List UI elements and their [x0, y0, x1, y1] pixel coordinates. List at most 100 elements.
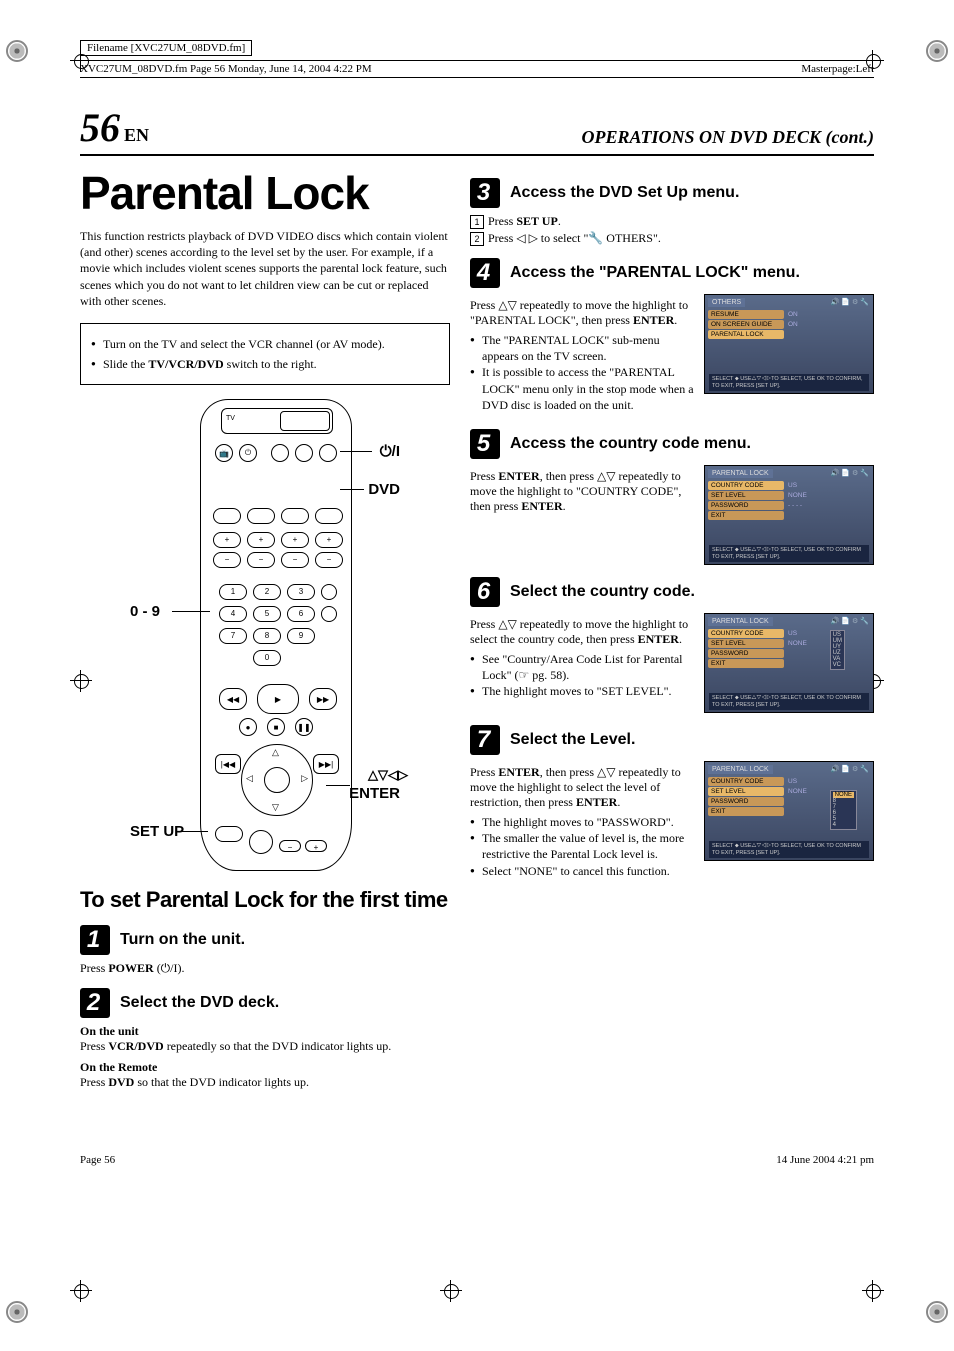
osd-p3-v1: NONE [784, 787, 811, 796]
remote-line-enter [326, 785, 350, 786]
step-title-4: Access the "PARENTAL LOCK" menu. [510, 264, 800, 282]
s7a: Press [470, 765, 498, 779]
osd-icons-2: 🔊 📄 ⚙ 🔧 [831, 469, 869, 477]
s1a: Press [80, 961, 108, 975]
remote-label-dvd: DVD [368, 481, 400, 498]
s5a: Press [470, 469, 498, 483]
pageinfo-bar: XVC27UM_08DVD.fm Page 56 Monday, June 14… [80, 60, 874, 78]
page-lang: EN [124, 125, 149, 145]
osd-o-r0: RESUME [708, 310, 784, 319]
s2-unit-body: Press VCR/DVD repeatedly so that the DVD… [80, 1039, 450, 1054]
s2-remote-body: Press DVD so that the DVD indicator ligh… [80, 1075, 450, 1090]
step-num-4: 4 [470, 258, 500, 288]
remote-num-0: 0 [253, 650, 281, 666]
s3s1a: Press [488, 214, 516, 228]
subhead-firsttime: To set Parental Lock for the first time [80, 887, 450, 913]
substep-1-icon: 1 [470, 215, 484, 229]
osd-o-v1: ON [784, 320, 802, 329]
osd-p3-r1: SET LEVEL [708, 787, 784, 796]
osd-p3-foot: SELECT ⬥ USE△▽◁▷TO SELECT, USE OK TO CON… [709, 841, 869, 858]
osd-p2-v1: NONE [784, 639, 811, 648]
filename-label: Filename [XVC27UM_08DVD.fm] [80, 40, 252, 56]
step-4: 4 Access the "PARENTAL LOCK" menu. [470, 258, 874, 288]
osd-p2-r2: PASSWORD [708, 649, 784, 658]
s6c: . [679, 632, 682, 646]
remote-slider: TV [221, 408, 333, 434]
s4bul2: It is possible to access the "PARENTAL L… [470, 364, 694, 413]
s2ub: VCR/DVD [108, 1039, 163, 1053]
preparation-box: Turn on the TV and select the VCR channe… [80, 323, 450, 385]
osd-p1-v0: US [784, 481, 801, 490]
s7bul1: The highlight moves to "PASSWORD". [470, 814, 694, 830]
remote-num-5: 5 [253, 606, 281, 622]
osd-icons-3: 🔊 📄 ⚙ 🔧 [831, 617, 869, 625]
s3s1c: . [558, 214, 561, 228]
osd-o-v0: ON [784, 310, 802, 319]
step7-body: Press ENTER, then press △▽ repeatedly to… [470, 765, 694, 810]
remote-btn-b [271, 444, 289, 462]
footer-date: 14 June 2004 4:21 pm [776, 1154, 874, 1166]
step-num-1: 1 [80, 925, 110, 955]
step-num-7: 7 [470, 725, 500, 755]
osd-p2-r0: COUNTRY CODE [708, 629, 784, 638]
osd-p3-r3: EXIT [708, 807, 784, 816]
step4-body: Press △▽ repeatedly to move the highligh… [470, 298, 694, 328]
remote-oval-3 [281, 508, 309, 524]
osd-plock-3: 🔊 📄 ⚙ 🔧 PARENTAL LOCK COUNTRY CODEUS SET… [704, 761, 874, 861]
prep-text-1: Turn on the TV and select the VCR channe… [103, 337, 385, 351]
step-title-3: Access the DVD Set Up menu. [510, 184, 739, 202]
step-3: 3 Access the DVD Set Up menu. [470, 178, 874, 208]
osd-plock-2: 🔊 📄 ⚙ 🔧 PARENTAL LOCK COUNTRY CODEUS SET… [704, 613, 874, 713]
step-num-6: 6 [470, 577, 500, 607]
remote-line-dvd [340, 489, 364, 490]
crop-mark-br2 [862, 1280, 884, 1302]
remote-play: ▶ [257, 684, 299, 714]
pageinfo-left: XVC27UM_08DVD.fm Page 56 Monday, June 14… [80, 63, 372, 75]
remote-sq-1 [321, 584, 337, 600]
remote-num-1: 1 [219, 584, 247, 600]
page-number: 56EN [80, 108, 149, 148]
step-num-3: 3 [470, 178, 500, 208]
remote-setup-btn [215, 826, 243, 842]
page-title: Parental Lock [80, 166, 450, 220]
osd-title-others: OTHERS [708, 298, 745, 307]
osd-p2-v0: US [784, 629, 801, 638]
s7b: ENTER [498, 765, 539, 779]
remote-prev: |◀◀ [215, 754, 241, 774]
remote-next: ▶▶| [313, 754, 339, 774]
s2-unit-head: On the unit [80, 1024, 450, 1039]
remote-num-9: 9 [287, 628, 315, 644]
s3s2a: Press ◁ ▷ to select " [488, 231, 588, 245]
step-1: 1 Turn on the unit. [80, 925, 450, 955]
osd-o-r2: PARENTAL LOCK [708, 330, 784, 339]
remote-btn-power: ⏻ [239, 444, 257, 462]
remote-oval-4 [315, 508, 343, 524]
remote-sq-2 [321, 606, 337, 622]
s2ua: Press [80, 1039, 108, 1053]
osd-icons-4: 🔊 📄 ⚙ 🔧 [831, 765, 869, 773]
osd-p1-r1: SET LEVEL [708, 491, 784, 500]
s6b: ENTER [638, 632, 679, 646]
osd-p3-r2: PASSWORD [708, 797, 784, 806]
remote-bottom-a [249, 830, 273, 854]
osd-p1-v2: - - - - [784, 501, 806, 510]
remote-illustration: TV 📺 ⏻ + + + + [130, 399, 400, 869]
s2rc: so that the DVD indicator lights up. [134, 1075, 309, 1089]
remote-minus-2: − [247, 552, 275, 568]
step6-body: Press △▽ repeatedly to move the highligh… [470, 617, 694, 647]
step5-body: Press ENTER, then press △▽ repeatedly to… [470, 469, 694, 514]
osd-level-dropdown: NONE 8 7 6 5 4 [830, 790, 857, 830]
remote-num-7: 7 [219, 628, 247, 644]
remote-vol-plus: + [305, 840, 327, 852]
page-number-value: 56 [80, 105, 120, 150]
remote-ff: ▶▶ [309, 688, 337, 710]
s5d: ENTER [521, 499, 562, 513]
remote-slider-knob [280, 411, 330, 431]
step-7: 7 Select the Level. [470, 725, 874, 755]
crop-mark-bl2 [70, 1280, 92, 1302]
step-title-5: Access the country code menu. [510, 435, 751, 453]
step-5: 5 Access the country code menu. [470, 429, 874, 459]
osd-country-dropdown: US UM UY UZ VA VC [830, 630, 845, 670]
s3s1: Press SET UP. [488, 214, 561, 229]
masterpage-label: Masterpage:Left [801, 63, 874, 75]
